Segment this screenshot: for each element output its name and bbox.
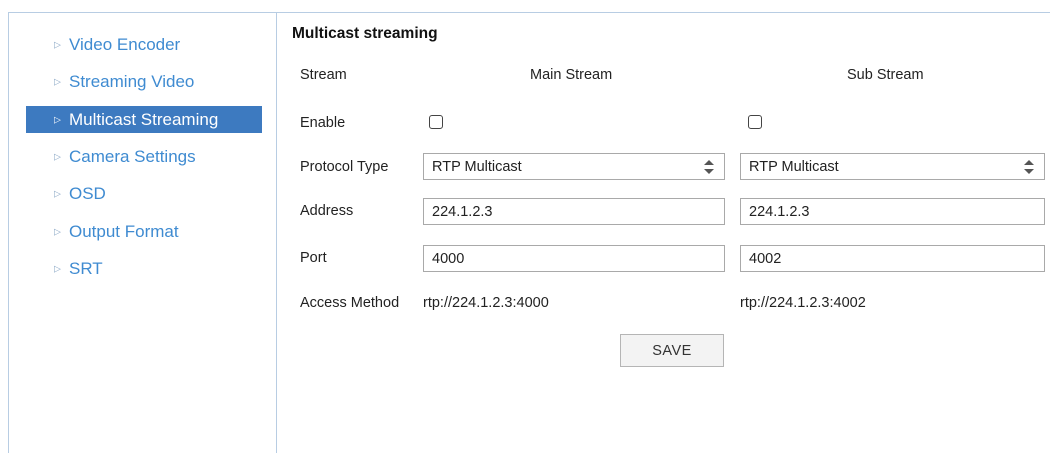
triangle-right-icon: ▷ [54,39,61,50]
port-label: Port [300,250,327,266]
sidebar-nav: ▷ Video Encoder ▷ Streaming Video ▷ Mult… [26,26,262,288]
enable-label: Enable [300,115,346,131]
main-stream-protocol-value: RTP Multicast [432,158,522,175]
sub-stream-port-value: 4002 [749,250,782,267]
triangle-right-icon: ▷ [54,188,61,199]
sidebar-item-streaming-video[interactable]: ▷ Streaming Video [26,64,262,102]
select-arrows-icon [704,159,714,174]
sub-stream-address-input[interactable]: 224.1.2.3 [740,198,1045,225]
frame-top-border-right [276,12,1050,13]
sub-stream-protocol-select[interactable]: RTP Multicast [740,153,1045,180]
protocol-type-label: Protocol Type [300,159,389,175]
main-stream-enable-checkbox[interactable] [429,115,443,129]
sidebar-item-video-encoder[interactable]: ▷ Video Encoder [26,26,262,64]
sidebar-item-output-format[interactable]: ▷ Output Format [26,213,262,251]
triangle-right-icon: ▷ [54,226,61,237]
stream-label: Stream [300,67,347,83]
save-button[interactable]: SAVE [620,334,724,367]
sub-stream-access-url: rtp://224.1.2.3:4002 [740,295,866,311]
frame-top-border-left [8,12,276,13]
sub-stream-address-value: 224.1.2.3 [749,203,810,220]
main-stream-address-input[interactable]: 224.1.2.3 [423,198,725,225]
sidebar-item-camera-settings[interactable]: ▷ Camera Settings [26,138,262,176]
address-label: Address [300,203,354,219]
sub-stream-protocol-value: RTP Multicast [749,158,839,175]
page-title: Multicast streaming [292,25,438,42]
sidebar-item-multicast-streaming[interactable]: ▷ Multicast Streaming [26,106,262,133]
select-arrows-icon [1024,159,1034,174]
sub-stream-header: Sub Stream [847,67,924,83]
sub-stream-port-input[interactable]: 4002 [740,245,1045,272]
main-stream-header: Main Stream [530,67,613,83]
main-stream-port-value: 4000 [432,250,465,267]
triangle-right-icon: ▷ [54,114,61,124]
triangle-right-icon: ▷ [54,76,61,87]
sidebar-item-label: Multicast Streaming [69,109,219,129]
frame-left-border [8,12,9,453]
triangle-right-icon: ▷ [54,151,61,162]
sidebar-item-label: Camera Settings [69,146,196,166]
sidebar-divider [276,12,277,453]
main-stream-port-input[interactable]: 4000 [423,245,725,272]
sidebar-item-label: Output Format [69,221,179,241]
main-stream-access-url: rtp://224.1.2.3:4000 [423,295,549,311]
sidebar-item-label: OSD [69,184,106,204]
main-stream-protocol-select[interactable]: RTP Multicast [423,153,725,180]
sub-stream-enable-checkbox[interactable] [748,115,762,129]
main-stream-address-value: 224.1.2.3 [432,203,493,220]
sidebar-item-label: Streaming Video [69,72,195,92]
sidebar-item-osd[interactable]: ▷ OSD [26,176,262,214]
sidebar-item-srt[interactable]: ▷ SRT [26,251,262,289]
sidebar-item-label: Video Encoder [69,34,181,54]
access-method-label: Access Method [300,295,400,311]
triangle-right-icon: ▷ [54,263,61,274]
sidebar-item-label: SRT [69,259,103,279]
